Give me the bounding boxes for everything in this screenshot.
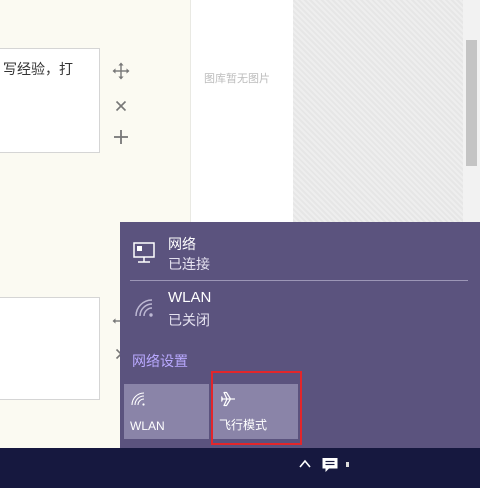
airplane-icon	[219, 390, 237, 408]
network-status: 已连接	[168, 256, 210, 272]
flyout-divider	[130, 280, 468, 281]
wlan-item[interactable]: WLAN 已关闭	[120, 288, 480, 328]
step-text: 写经验，打	[3, 61, 73, 77]
network-title: 网络	[168, 236, 196, 252]
gallery-empty-text: 图库暂无图片	[204, 73, 270, 85]
tray-icon-partial[interactable]	[346, 462, 349, 467]
step-text-box-2[interactable]	[0, 297, 100, 400]
wlan-quick-action[interactable]: WLAN	[124, 384, 209, 439]
network-settings-link[interactable]: 网络设置	[132, 351, 188, 371]
airplane-mode-label: 飞行模式	[219, 418, 268, 432]
wlan-title: WLAN	[168, 289, 212, 306]
chevron-up-icon[interactable]	[298, 457, 312, 471]
network-flyout: 网络 已连接 WLAN 已关闭 网络设置 WLAN 飞行模式	[120, 222, 480, 448]
delete-icon[interactable]	[112, 97, 130, 118]
wlan-quick-action-label: WLAN	[130, 419, 165, 433]
add-icon[interactable]	[112, 128, 130, 149]
network-connection-item[interactable]: 网络 已连接	[120, 232, 480, 272]
move-icon[interactable]	[112, 62, 130, 83]
step-text-box[interactable]: 写经验，打	[0, 48, 100, 153]
airplane-mode-quick-action[interactable]: 飞行模式	[213, 384, 298, 439]
wifi-off-icon	[132, 296, 158, 322]
move-icon-2[interactable]	[112, 312, 120, 333]
wlan-status: 已关闭	[168, 312, 210, 328]
ethernet-icon	[132, 240, 158, 266]
wifi-icon	[130, 390, 148, 408]
scrollbar-thumb[interactable]	[466, 40, 477, 166]
taskbar	[0, 448, 480, 488]
action-center-icon[interactable]	[321, 456, 339, 474]
delete-icon-2[interactable]	[112, 345, 120, 366]
